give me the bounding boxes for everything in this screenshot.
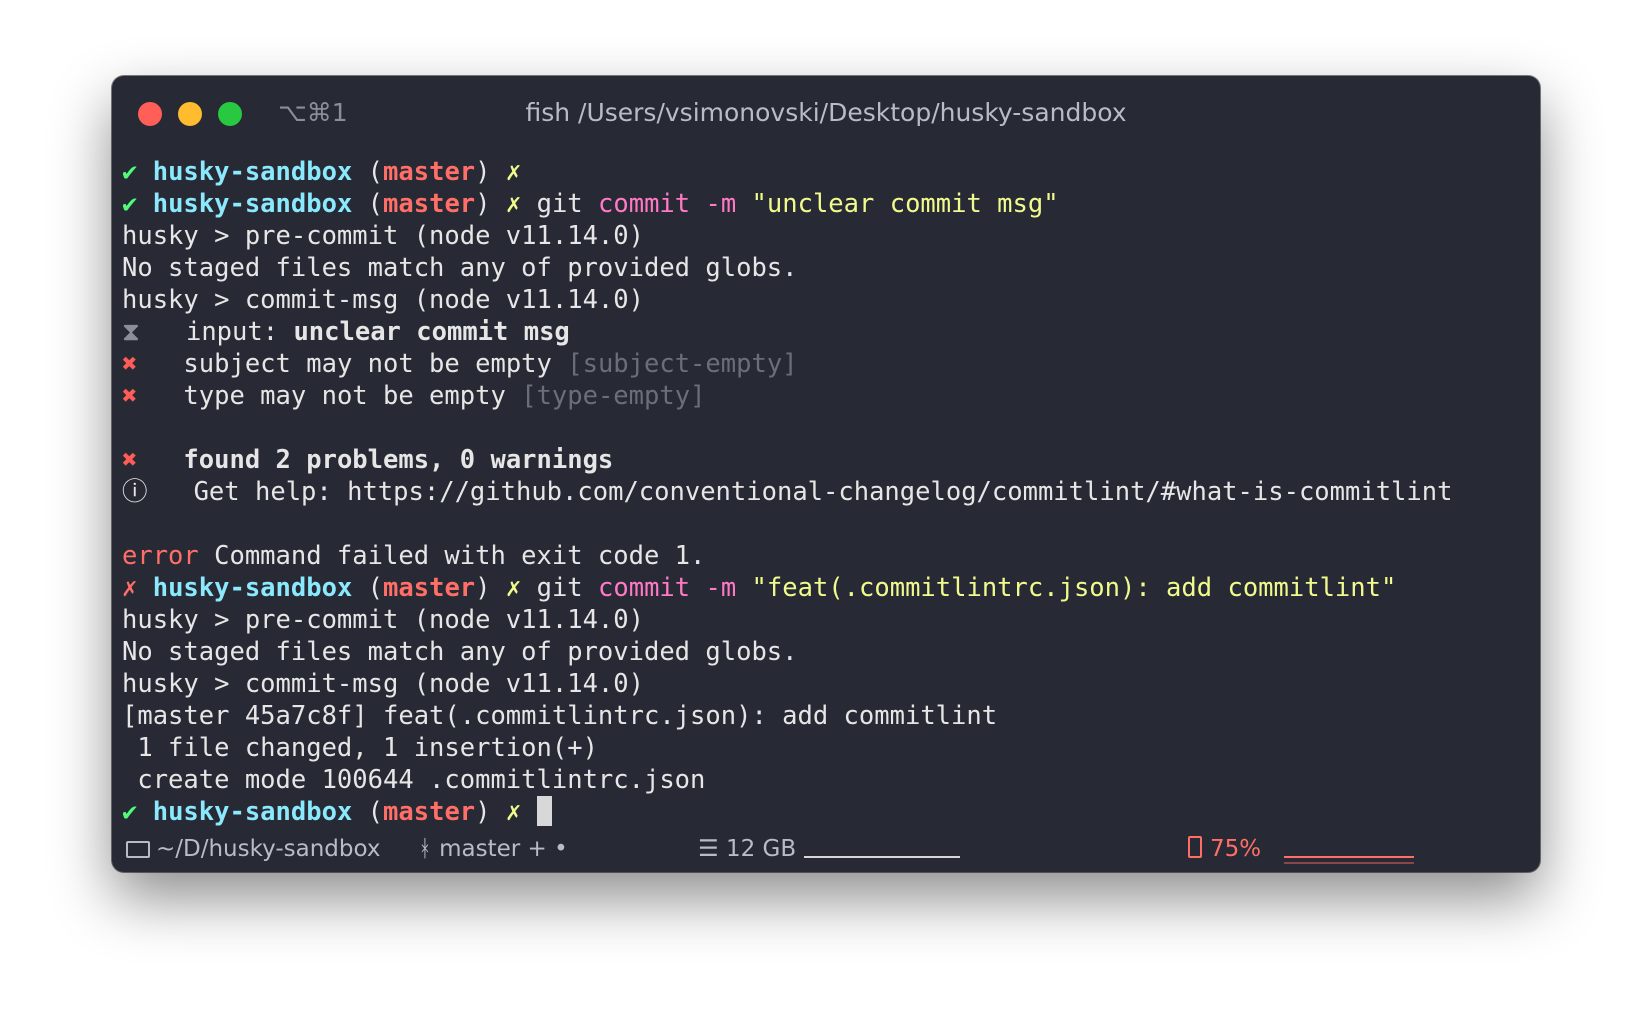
command-args: commit -m xyxy=(598,189,737,219)
dirty-mark-icon: ✗ xyxy=(505,189,522,219)
prompt-line: ✔ husky-sandbox (master) ✗ xyxy=(122,157,522,187)
status-branch-label: master + • xyxy=(439,836,568,862)
output-line: No staged files match any of provided gl… xyxy=(122,253,798,283)
command-git: git xyxy=(536,573,583,603)
status-memory[interactable]: ☰ 12 GB xyxy=(698,836,796,862)
prompt-line: ✔ husky-sandbox (master) ✗ xyxy=(122,796,1532,828)
error-text: Command failed with exit code 1. xyxy=(198,541,706,571)
error-x-icon: ✖ xyxy=(122,349,138,379)
prompt-branch: master xyxy=(383,157,476,187)
prompt-branch: master xyxy=(383,189,476,219)
prompt-branch: master xyxy=(383,797,476,827)
input-label: input: xyxy=(185,317,294,347)
help-link[interactable]: Get help: https://github.com/conventiona… xyxy=(194,477,1453,507)
lint-error-line: ✖ type may not be empty [type-empty] xyxy=(122,380,1532,412)
error-label: error xyxy=(122,541,199,571)
titlebar: ⌥⌘1 fish /Users/vsimonovski/Desktop/husk… xyxy=(112,76,1540,146)
prompt-dir: husky-sandbox xyxy=(152,797,353,827)
lint-input-line: ⧗ input: unclear commit msg xyxy=(122,316,1532,348)
output-line: [master 45a7c8f] feat(.commitlintrc.json… xyxy=(122,701,998,731)
text-cursor[interactable] xyxy=(536,796,552,826)
output-line: No staged files match any of provided gl… xyxy=(122,637,798,667)
output-line: husky > pre-commit (node v11.14.0) xyxy=(122,605,644,635)
memory-icon: ☰ xyxy=(698,836,719,862)
branch-icon: ᚼ xyxy=(418,836,432,862)
output-line: husky > commit-msg (node v11.14.0) xyxy=(122,669,644,699)
output-line: husky > commit-msg (node v11.14.0) xyxy=(122,285,644,315)
success-check-icon: ✔ xyxy=(122,797,138,827)
lint-error-text: subject may not be empty xyxy=(183,349,568,379)
lint-summary: found 2 problems, 0 warnings xyxy=(183,445,614,475)
fail-mark-icon: ✗ xyxy=(122,573,138,603)
info-icon: ⓘ xyxy=(122,477,148,507)
help-line: ⓘ Get help: https://github.com/conventio… xyxy=(122,476,1532,508)
output-line: 1 file changed, 1 insertion(+) xyxy=(122,733,598,763)
lint-summary-line: ✖ found 2 problems, 0 warnings xyxy=(122,444,1532,476)
dirty-mark-icon: ✗ xyxy=(505,157,522,187)
lint-error-text: type may not be empty xyxy=(183,381,522,411)
status-folder[interactable]: ~/D/husky-sandbox xyxy=(126,836,380,862)
success-check-icon: ✔ xyxy=(122,189,138,219)
output-line: create mode 100644 .commitlintrc.json xyxy=(122,765,706,795)
dirty-mark-icon: ✗ xyxy=(505,797,522,827)
error-x-icon: ✖ xyxy=(122,445,138,475)
terminal-window: ⌥⌘1 fish /Users/vsimonovski/Desktop/husk… xyxy=(112,76,1540,872)
status-memory-label: 12 GB xyxy=(725,836,797,862)
memory-sparkline xyxy=(804,856,960,858)
input-value: unclear commit msg xyxy=(293,317,570,347)
success-check-icon: ✔ xyxy=(122,157,138,187)
prompt-dir: husky-sandbox xyxy=(152,573,353,603)
hourglass-icon: ⧗ xyxy=(122,317,140,347)
command-args: commit -m xyxy=(598,573,737,603)
battery-sparkline xyxy=(1284,856,1414,858)
prompt-line: ✔ husky-sandbox (master) ✗ git commit -m… xyxy=(122,189,1059,219)
battery-track xyxy=(1284,862,1414,864)
error-line: error Command failed with exit code 1. xyxy=(122,540,1532,572)
command-git: git xyxy=(536,189,583,219)
lint-rule-tag: [subject-empty] xyxy=(567,349,798,379)
status-branch[interactable]: ᚼ master + • xyxy=(418,836,568,862)
battery-icon xyxy=(1188,836,1202,858)
dirty-mark-icon: ✗ xyxy=(505,573,522,603)
terminal-output[interactable]: ✔ husky-sandbox (master) ✗ ✔ husky-sandb… xyxy=(122,156,1532,828)
lint-error-line: ✖ subject may not be empty [subject-empt… xyxy=(122,348,1532,380)
command-message: "unclear commit msg" xyxy=(751,189,1059,219)
prompt-line: ✗ husky-sandbox (master) ✗ git commit -m… xyxy=(122,573,1397,603)
prompt-dir: husky-sandbox xyxy=(152,157,353,187)
window-title: fish /Users/vsimonovski/Desktop/husky-sa… xyxy=(525,98,1127,127)
prompt-dir: husky-sandbox xyxy=(152,189,353,219)
status-bar: ~/D/husky-sandbox ᚼ master + • ☰ 12 GB 7… xyxy=(112,830,1540,872)
status-battery[interactable]: 75% xyxy=(1188,836,1261,862)
status-folder-label: ~/D/husky-sandbox xyxy=(156,836,381,862)
status-battery-label: 75% xyxy=(1210,836,1262,862)
folder-icon xyxy=(126,841,150,858)
prompt-branch: master xyxy=(383,573,476,603)
command-message: "feat(.commitlintrc.json): add commitlin… xyxy=(751,573,1397,603)
error-x-icon: ✖ xyxy=(122,381,138,411)
lint-rule-tag: [type-empty] xyxy=(521,381,706,411)
output-line: husky > pre-commit (node v11.14.0) xyxy=(122,221,644,251)
